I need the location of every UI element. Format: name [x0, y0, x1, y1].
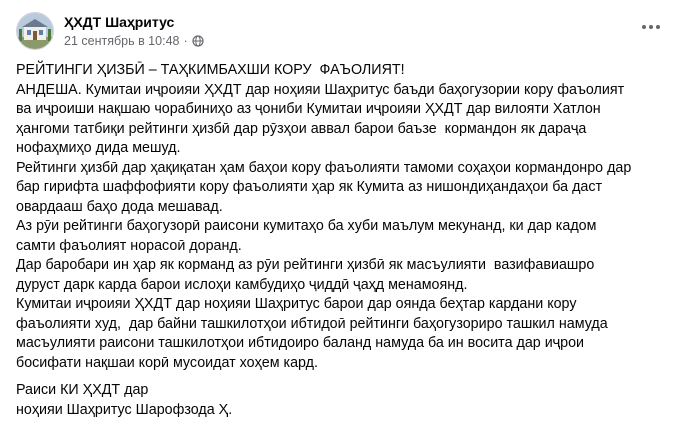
post-text-line: АНДЕША. Кумитаи иҷроияи ҲХДТ дар ноҳияи … — [16, 81, 625, 98]
signature-line: ноҳияи Шаҳритус Шарофзода Ҳ. — [16, 401, 233, 418]
more-options-icon[interactable] — [636, 12, 666, 42]
avatar-image — [17, 13, 53, 49]
post-text-line: дуруст дарк карда барои ислоҳи камбудиҳо… — [16, 276, 468, 293]
post-text-line: фаъолияти худ, дар байни ташкилотҳои ибт… — [16, 315, 608, 332]
post-meta: ҲХДТ Шаҳритус 21 сентябрь в 10:48 · — [64, 13, 204, 49]
post-text-line: Рейтинги ҳизбӣ дар ҳақиқатан ҳам баҳои к… — [16, 159, 632, 176]
globe-icon[interactable] — [192, 35, 204, 47]
post-title: РЕЙТИНГИ ҲИЗБӢ – ТАҲКИМБАХШИ КОРУ ФАЪОЛИ… — [16, 62, 405, 78]
post-text-line: босифати нақшаи корӣ мусоидат хоҳем кард… — [16, 354, 318, 371]
post-text-line: Дар баробари ин ҳар як корманд аз рӯи ре… — [16, 257, 595, 273]
post-text-line: масъулияти раисони ташкилотҳои ибтидоиро… — [16, 335, 585, 351]
post-text-line: самти фаъолият норасоӣ доранд. — [16, 237, 242, 254]
post-text-line: овардааш баҳо дода мешавад. — [16, 198, 223, 215]
facebook-post: ҲХДТ Шаҳритус 21 сентябрь в 10:48 · РЕЙТ… — [0, 0, 680, 439]
post-header: ҲХДТ Шаҳритус 21 сентябрь в 10:48 · — [16, 10, 204, 52]
author-name[interactable]: ҲХДТ Шаҳритус — [64, 13, 204, 31]
post-text-line: нофаҳмиҳо дида мешуд. — [16, 140, 181, 156]
post-body: РЕЙТИНГИ ҲИЗБӢ – ТАҲКИМБАХШИ КОРУ ФАЪОЛИ… — [16, 61, 668, 420]
post-text-line: бар гирифта шаффофияти кору фаъолияти ҳа… — [16, 179, 603, 195]
post-text-line: Аз рӯи рейтинги баҳогузорӣ раисони кумит… — [16, 218, 597, 234]
post-timestamp[interactable]: 21 сентябрь в 10:48 — [64, 33, 179, 49]
avatar[interactable] — [16, 12, 54, 50]
post-text-line: ва иҷроиши нақшаю чорабиниҳо аз ҷониби К… — [16, 101, 601, 117]
signature-line: Раиси КИ ҲХДТ дар — [16, 382, 149, 398]
separator-dot: · — [183, 34, 188, 48]
post-text-line: ҳангоми татбиқи рейтинги ҳизбӣ дар рӯзҳо… — [16, 120, 587, 137]
post-text-line: Кумитаи иҷроияи ҲХДТ дар ноҳияи Шаҳритус… — [16, 296, 577, 312]
post-subline: 21 сентябрь в 10:48 · — [64, 33, 204, 49]
